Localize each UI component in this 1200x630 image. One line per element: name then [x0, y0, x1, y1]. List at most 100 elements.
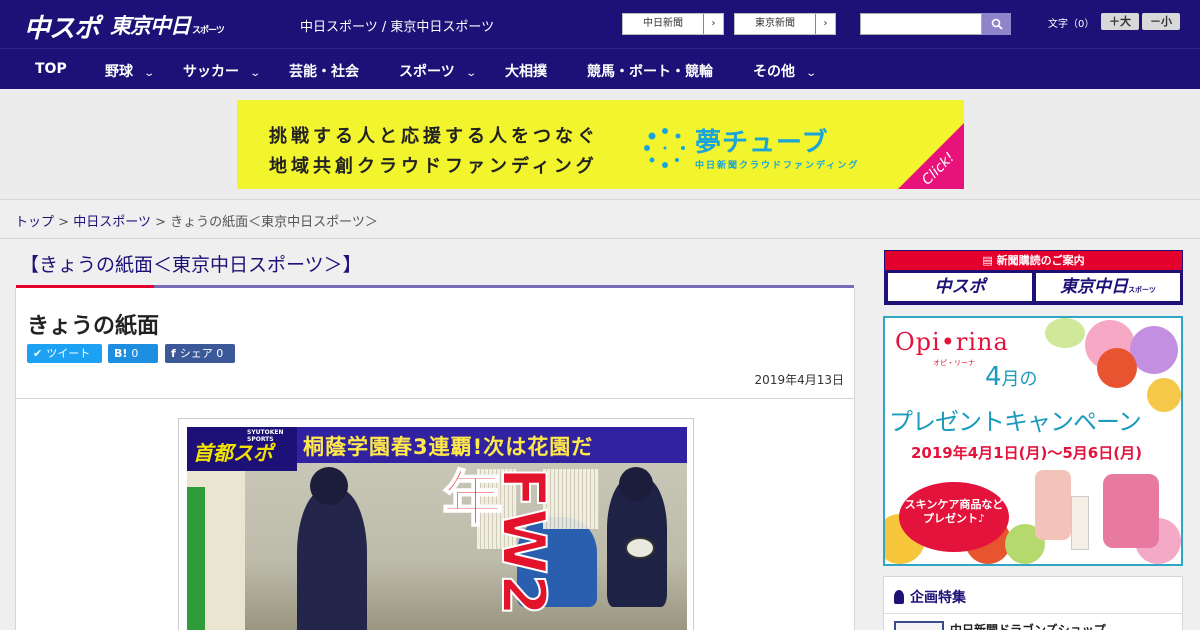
- article: きょうの紙面 ✔ ツイート B! 0 f シェア 0 2019年4月13日 FW2年 …: [15, 288, 855, 630]
- flower-decoration: [1130, 326, 1178, 374]
- tokyo-chunichi-logo[interactable]: 東京中日 スポーツ: [110, 10, 225, 40]
- twitter-icon: ✔: [33, 347, 43, 360]
- hatena-count: 0: [131, 347, 139, 360]
- chuspo-logo[interactable]: 中スポ: [24, 8, 100, 44]
- chevron-down-icon: ⌄: [143, 68, 156, 79]
- subscribe-tokyo-button[interactable]: 東京中日スポーツ: [1036, 273, 1180, 301]
- chevron-right-icon: ›: [815, 14, 835, 34]
- chevron-down-icon: ⌄: [249, 68, 262, 79]
- gift-bag-image: [1103, 474, 1159, 548]
- ad-month-number: 4: [985, 362, 1002, 392]
- ad-month-suffix: 月の: [1001, 369, 1038, 390]
- glove-product-image: [1035, 470, 1071, 540]
- section-title: 【きょうの紙面＜東京中日スポーツ＞】: [20, 254, 362, 276]
- subscribe-tokyo-label: 東京中日: [1060, 277, 1129, 297]
- hatena-icon: B!: [114, 347, 128, 360]
- article-date: 2019年4月13日: [754, 373, 844, 387]
- facebook-icon: f: [171, 347, 176, 360]
- tweet-label: ツイート: [46, 347, 91, 360]
- rugby-ball: [625, 537, 655, 559]
- flower-decoration: [1147, 378, 1181, 412]
- ad-campaign: プレゼントキャンペーン: [889, 408, 1142, 436]
- nav-label: その他: [753, 64, 795, 80]
- tweet-button[interactable]: ✔ ツイート: [27, 344, 102, 363]
- player-head: [619, 467, 653, 501]
- subscription-heading-text: 新聞購読のご案内: [996, 254, 1085, 267]
- nav-label: 芸能・社会: [289, 64, 359, 80]
- chevron-down-icon: ⌄: [805, 68, 818, 79]
- feature-box: 企画特集 中日新聞ドラゴンズショップ: [883, 576, 1183, 630]
- nav-item-soccer[interactable]: サッカー ⌄: [183, 61, 262, 81]
- ad-month: 4月の: [985, 362, 1038, 392]
- chunichi-shimbun-button[interactable]: 中日新聞 ›: [622, 13, 724, 35]
- flower-decoration: [1097, 348, 1137, 388]
- newspaper-big-headline: FW2年: [431, 466, 559, 617]
- flower-decoration: [1045, 318, 1085, 348]
- tokyo-logo-text: 東京中日: [110, 14, 191, 38]
- font-bigger-button[interactable]: ＋大: [1101, 13, 1139, 30]
- chevron-down-icon: ⌄: [465, 68, 477, 79]
- breadcrumb-top[interactable]: トップ: [15, 215, 54, 230]
- yume-tube-logo-icon: [644, 128, 685, 168]
- article-divider: [16, 398, 854, 399]
- site-header: 中スポ 東京中日 スポーツ 中日スポーツ / 東京中日スポーツ 中日新聞 › 東京…: [0, 0, 1200, 48]
- ad-badge: スキンケア商品など プレゼント♪: [899, 482, 1009, 552]
- tokyo-shimbun-button[interactable]: 東京新聞 ›: [734, 13, 836, 35]
- search-button[interactable]: [982, 13, 1011, 35]
- newspaper-content: FW2年 桐蔭学園春3連覇!次は花園だ SYUTOKEN SPORTS 首都スポ: [187, 427, 687, 630]
- facebook-share-label: シェア: [179, 347, 213, 360]
- player-head: [310, 467, 348, 505]
- nav-item-top[interactable]: TOP: [35, 61, 67, 77]
- newspaper-logo-text: 首都スポ: [193, 441, 273, 465]
- nav-item-racing[interactable]: 競馬・ボート・競輪: [587, 61, 713, 81]
- banner-subtitle: 中日新聞クラウドファンディング: [695, 161, 860, 171]
- nav-item-other[interactable]: その他 ⌄: [753, 61, 818, 81]
- nav-item-baseball[interactable]: 野球 ⌄: [105, 61, 156, 81]
- nav-label: TOP: [35, 61, 67, 77]
- breadcrumb-current: きょうの紙面＜東京中日スポーツ＞: [170, 215, 378, 230]
- search-input[interactable]: [860, 13, 982, 35]
- newspaper-green-strip: [187, 487, 205, 630]
- chunichi-shimbun-label: 中日新聞: [643, 18, 683, 29]
- ribbon-icon: [894, 590, 904, 604]
- feature-title: 企画特集: [894, 587, 966, 607]
- font-size-label: 文字（0）: [1048, 19, 1095, 30]
- nav-label: 競馬・ボート・競輪: [587, 64, 713, 80]
- crowdfunding-banner[interactable]: 挑戦する人と応援する人をつなぐ 地域共創クラウドファンディング 夢チューブ 中日…: [237, 100, 964, 189]
- nav-item-sumo[interactable]: 大相撲: [505, 61, 547, 81]
- subscription-heading: ▤ 新聞購読のご案内: [885, 251, 1182, 270]
- facebook-share-button[interactable]: f シェア 0: [165, 344, 235, 363]
- nav-label: サッカー: [183, 64, 239, 80]
- nav-item-sports[interactable]: スポーツ ⌄: [399, 61, 477, 81]
- player-figure: [297, 489, 367, 630]
- nav-label: 野球: [105, 64, 133, 80]
- breadcrumb: トップ > 中日スポーツ > きょうの紙面＜東京中日スポーツ＞: [15, 211, 378, 230]
- font-smaller-button[interactable]: －小: [1142, 13, 1180, 30]
- subscribe-tokyo-small: スポーツ: [1128, 286, 1156, 294]
- opirina-ad[interactable]: Opi•rina オピ・リーナ 4月の プレゼントキャンペーン 2019年4月1…: [883, 316, 1183, 566]
- ad-dates: 2019年4月1日(月)〜5月6日(月): [911, 444, 1142, 462]
- nav-item-entertainment[interactable]: 芸能・社会: [289, 61, 359, 81]
- newspaper-headline: 桐蔭学園春3連覇!次は花園だ: [303, 435, 594, 459]
- newspaper-icon: ▤: [982, 254, 997, 267]
- tokyo-shimbun-label: 東京新聞: [755, 18, 795, 29]
- site-switch-link[interactable]: 中日スポーツ / 東京中日スポーツ: [300, 16, 494, 35]
- breadcrumb-separator: >: [155, 215, 166, 230]
- breadcrumb-separator: >: [58, 215, 70, 230]
- newspaper-front-page-image[interactable]: FW2年 桐蔭学園春3連覇!次は花園だ SYUTOKEN SPORTS 首都スポ: [178, 418, 694, 630]
- banner-title: 夢チューブ: [695, 128, 829, 158]
- banner-line-1: 挑戦する人と応援する人をつなぐ: [269, 126, 599, 147]
- banner-area: 挑戦する人と応援する人をつなぐ 地域共創クラウドファンディング 夢チューブ 中日…: [0, 89, 1200, 200]
- search-icon: [991, 18, 1003, 30]
- ad-brand: Opi•rina: [895, 328, 1009, 356]
- feature-item-link[interactable]: 中日新聞ドラゴンズショップ: [950, 621, 1106, 630]
- feature-thumbnail[interactable]: [894, 621, 944, 630]
- hatena-bookmark-button[interactable]: B! 0: [108, 344, 158, 363]
- subscribe-chuspo-button[interactable]: 中スポ: [888, 273, 1032, 301]
- nav-label: 大相撲: [505, 64, 547, 80]
- skincare-bottle-image: [1071, 496, 1089, 550]
- chevron-right-icon: ›: [703, 14, 723, 34]
- breadcrumb-chunichi-sports[interactable]: 中日スポーツ: [73, 215, 151, 230]
- main-nav: TOP 野球 ⌄ サッカー ⌄ 芸能・社会 スポーツ ⌄ 大相撲 競馬・ボート・競輪 …: [0, 48, 1200, 89]
- banner-line-2: 地域共創クラウドファンディング: [269, 156, 598, 177]
